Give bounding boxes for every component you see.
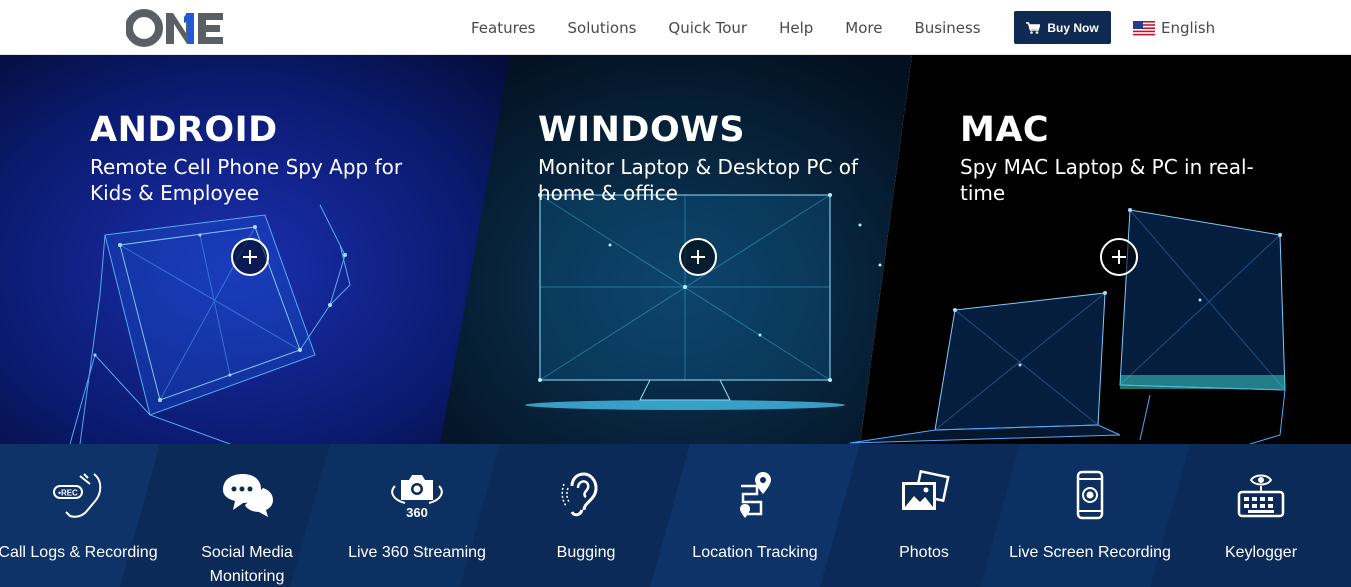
feature-location-tracking[interactable]: Location Tracking — [670, 444, 840, 587]
feature-social-media[interactable]: Social Media Monitoring — [162, 444, 332, 587]
feature-call-logs[interactable]: •REC Call Logs & Recording — [0, 444, 163, 587]
feature-label: Photos — [899, 544, 949, 561]
location-pin-icon — [740, 472, 771, 518]
feature-label: Live 360 Streaming — [348, 544, 486, 561]
hero-banner: ANDROID Remote Cell Phone Spy App for Ki… — [0, 55, 1351, 444]
main-nav: Features Solutions Quick Tour Help More … — [455, 0, 997, 55]
language-label: English — [1161, 19, 1216, 37]
mac-panel[interactable]: MAC Spy MAC Laptop & PC in real-time — [960, 110, 1260, 206]
android-subtitle: Remote Cell Phone Spy App for Kids & Emp… — [90, 155, 403, 205]
chat-bubbles-icon — [223, 474, 273, 517]
nav-business[interactable]: Business — [914, 19, 980, 37]
keyboard-icon — [1237, 474, 1285, 518]
feature-photos[interactable]: Photos — [839, 444, 1009, 587]
plus-icon — [691, 250, 705, 264]
feature-keylogger[interactable]: Keylogger — [1176, 444, 1346, 587]
feature-live-screen-recording[interactable]: Live Screen Recording — [1005, 444, 1175, 587]
plus-icon — [243, 250, 257, 264]
windows-subtitle: Monitor Laptop & Desktop PC of home & of… — [538, 155, 859, 205]
svg-text:360: 360 — [406, 505, 428, 520]
feature-label: Social Media Monitoring — [201, 544, 293, 585]
site-header: Features Solutions Quick Tour Help More … — [0, 0, 1351, 55]
svg-text:•REC: •REC — [58, 489, 78, 498]
android-title: ANDROID — [90, 110, 278, 150]
brand-logo[interactable] — [126, 9, 224, 47]
mac-expand-button[interactable] — [1100, 238, 1138, 276]
mac-subtitle: Spy MAC Laptop & PC in real-time — [960, 155, 1254, 205]
buy-now-button[interactable]: Buy Now — [1014, 11, 1111, 44]
phone-screen-icon — [1076, 470, 1104, 520]
windows-expand-button[interactable] — [679, 238, 717, 276]
mac-title: MAC — [960, 110, 1050, 150]
language-selector[interactable]: English — [1133, 19, 1215, 37]
plus-icon — [1112, 250, 1126, 264]
camera-360-icon: 360 — [391, 475, 443, 520]
one-logo-icon — [126, 9, 223, 47]
features-strip: •REC Call Logs & Recording Social Media … — [0, 444, 1351, 587]
ear-icon — [561, 472, 598, 517]
nav-help[interactable]: Help — [779, 19, 813, 37]
windows-title: WINDOWS — [538, 110, 746, 150]
nav-quick-tour[interactable]: Quick Tour — [668, 19, 747, 37]
photos-icon — [902, 470, 950, 510]
feature-label: Location Tracking — [692, 544, 818, 561]
feature-label: Bugging — [556, 544, 616, 561]
us-flag-icon — [1133, 20, 1155, 36]
feature-label: Keylogger — [1224, 544, 1298, 561]
feature-live-360[interactable]: 360 Live 360 Streaming — [332, 444, 502, 587]
buy-now-label: Buy Now — [1047, 20, 1099, 35]
android-panel[interactable]: ANDROID Remote Cell Phone Spy App for Ki… — [90, 110, 430, 206]
feature-label: Live Screen Recording — [1009, 544, 1171, 561]
feature-label: Call Logs & Recording — [0, 544, 158, 561]
call-recording-icon: •REC — [53, 473, 102, 518]
feature-bugging[interactable]: Bugging — [501, 444, 671, 587]
windows-panel[interactable]: WINDOWS Monitor Laptop & Desktop PC of h… — [538, 110, 868, 206]
nav-more[interactable]: More — [845, 19, 882, 37]
windows-monitor-illustration — [539, 194, 831, 401]
android-expand-button[interactable] — [231, 238, 269, 276]
nav-features[interactable]: Features — [471, 19, 536, 37]
cart-icon — [1026, 21, 1041, 34]
nav-solutions[interactable]: Solutions — [568, 19, 637, 37]
